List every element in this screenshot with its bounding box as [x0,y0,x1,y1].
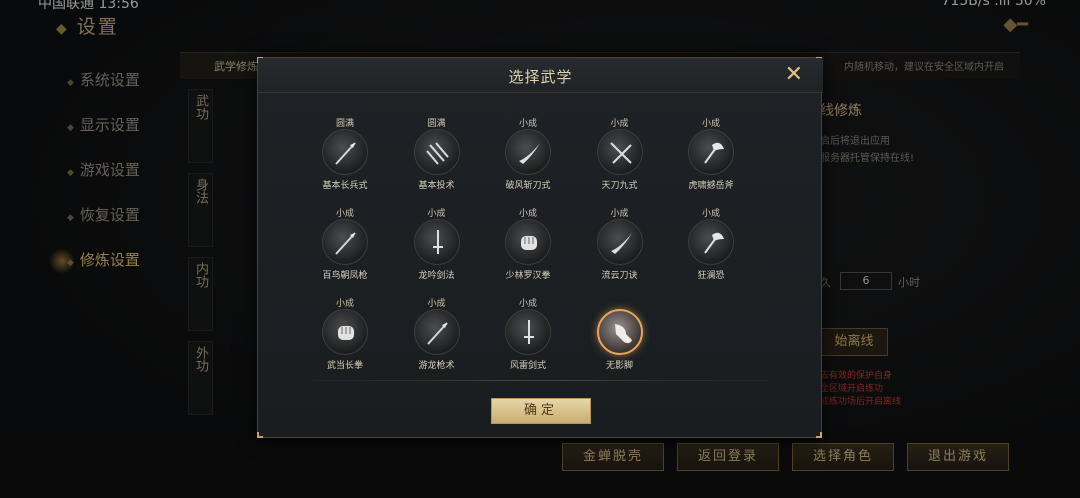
close-icon[interactable]: ✕ [785,62,803,87]
select-skill-dialog: 选择武学 ✕ 圆满 基本长兵式 圆满 基本投术 小成 破风斩刀式 小成 天刀九式 小成 虎啸撼岳斧… [257,57,823,438]
blade-icon [505,129,551,175]
skill-name: 无影脚 [605,361,633,371]
skill-name: 基本长兵式 [322,181,368,191]
fist-icon [505,219,551,265]
skill-item[interactable]: 圆满 基本长兵式 [305,116,385,191]
dialog-header: 选择武学 ✕ [258,58,823,93]
skill-name: 武当长拳 [326,361,363,371]
skill-level: 圆满 [427,119,446,129]
skill-name: 龙吟剑法 [418,271,455,281]
confirm-button[interactable]: 确定 [491,398,591,424]
axe-icon [688,129,734,175]
skill-level: 小成 [610,119,629,129]
sword-icon [413,219,460,265]
spear-icon [413,309,460,355]
skill-name: 基本投术 [418,181,455,191]
darts-icon [413,129,460,175]
skill-item[interactable]: 小成 武当长拳 [305,296,385,371]
skill-level [580,296,660,309]
skill-item[interactable]: 小成 狂澜恐 [671,206,751,281]
skill-level: 小成 [518,119,537,129]
skill-level: 小成 [701,119,720,129]
skill-name: 虎啸撼岳斧 [688,181,734,191]
skill-level: 小成 [518,299,537,309]
skill-level: 小成 [427,209,446,219]
skill-item[interactable]: 小成 破风斩刀式 [488,116,568,191]
skill-level: 小成 [427,299,446,309]
skill-item[interactable]: 小成 游龙枪术 [397,296,477,371]
spear-icon [322,219,368,265]
skill-level: 小成 [335,299,354,309]
skill-name: 风雷剑式 [509,361,546,371]
skill-item[interactable]: 小成 龙吟剑法 [397,206,477,281]
skill-level: 小成 [518,209,537,219]
corner-ornament [816,432,822,438]
skill-item[interactable]: 小成 少林罗汉拳 [488,206,568,281]
skill-name: 狂澜恐 [697,271,725,281]
skill-name: 百鸟朝凤枪 [322,271,368,281]
skill-name: 游龙枪术 [418,361,455,371]
skill-name: 天刀九式 [601,181,638,191]
kick-icon [596,309,643,355]
skill-name: 少林罗汉拳 [505,271,551,281]
skill-item[interactable]: 小成 天刀九式 [580,116,660,191]
skill-item[interactable]: 小成 流云刀诀 [580,206,660,281]
skill-item[interactable]: 无影脚 [580,296,660,371]
skill-item[interactable]: 小成 百鸟朝凤枪 [305,206,385,281]
corner-ornament [257,432,263,438]
skill-item[interactable]: 圆满 基本投术 [397,116,477,191]
spear-icon [322,129,368,175]
blade-icon [596,219,643,265]
skill-name: 破风斩刀式 [505,181,551,191]
skill-item[interactable]: 小成 虎啸撼岳斧 [671,116,751,191]
skill-name: 流云刀诀 [601,271,638,281]
skill-item[interactable]: 小成 风雷剑式 [488,296,568,371]
dialog-divider [288,380,793,381]
axe-icon [688,219,734,265]
sabers-icon [596,129,643,175]
dialog-title: 选择武学 [508,68,573,86]
skill-level: 圆满 [335,119,354,129]
skill-level: 小成 [701,209,720,219]
skill-level: 小成 [610,209,629,219]
sword-icon [505,309,551,355]
fist-icon [322,309,368,355]
skill-level: 小成 [335,209,354,219]
